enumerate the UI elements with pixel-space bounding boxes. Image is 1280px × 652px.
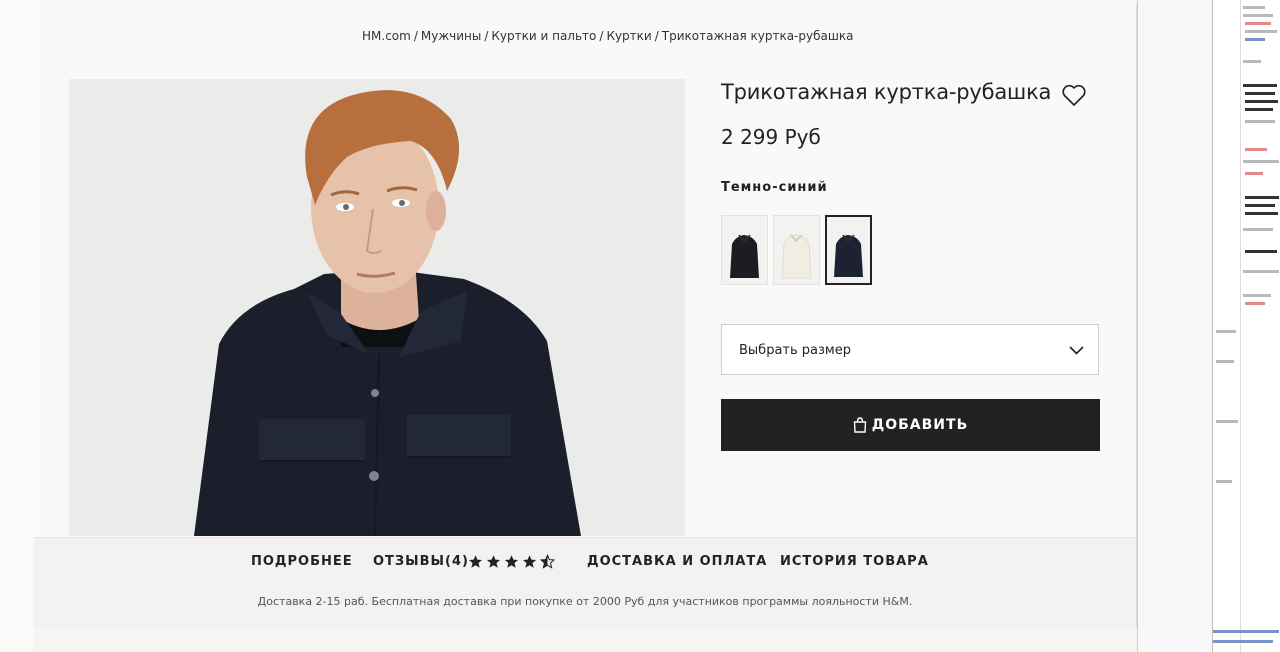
- product-title: Трикотажная куртка-рубашка: [721, 80, 1052, 104]
- color-swatch-white[interactable]: [773, 215, 820, 285]
- star-full-icon: [486, 555, 501, 568]
- product-image[interactable]: [69, 79, 685, 536]
- delivery-note: Доставка 2-15 раб. Бесплатная доставка п…: [257, 595, 913, 608]
- selected-color-label: Темно-синий: [721, 180, 828, 195]
- tab-details[interactable]: ПОДРОБНЕЕ: [251, 554, 353, 569]
- scroll-gap: [1137, 0, 1212, 652]
- breadcrumb: HM.com / Мужчины / Куртки и пальто / Куртки / Тр…: [362, 29, 853, 43]
- breadcrumb-separator: /: [484, 29, 489, 43]
- product-info-bar: ПОДРОБНЕЕ ОТЗЫВЫ(4) ДОСТАВКА И ОПЛАТА ИС…: [34, 537, 1136, 627]
- devtools-elements-column: [1213, 0, 1241, 652]
- color-swatch-black[interactable]: [721, 215, 768, 285]
- shopping-bag-icon: [853, 417, 866, 433]
- tab-reviews[interactable]: ОТЗЫВЫ(4): [373, 554, 469, 569]
- breadcrumb-item-men[interactable]: Мужчины: [421, 29, 481, 43]
- breadcrumb-item-current: Трикотажная куртка-рубашка: [661, 29, 854, 43]
- tab-product-history[interactable]: ИСТОРИЯ ТОВАРА: [780, 554, 929, 569]
- tab-delivery-payment[interactable]: ДОСТАВКА И ОПЛАТА: [587, 554, 767, 569]
- heart-outline-icon[interactable]: [1060, 81, 1088, 109]
- model-illustration: [69, 79, 685, 536]
- add-to-bag-button[interactable]: ДОБАВИТЬ: [721, 399, 1100, 451]
- size-select[interactable]: Выбрать размер: [721, 324, 1099, 375]
- breadcrumb-item-jackets[interactable]: Куртки: [606, 29, 651, 43]
- breadcrumb-item-home[interactable]: HM.com: [362, 29, 411, 43]
- browser-left-gutter: [0, 0, 35, 652]
- page-footer-gap: [34, 626, 1136, 652]
- breadcrumb-item-jackets-coats[interactable]: Куртки и пальто: [491, 29, 596, 43]
- product-price: 2 299 Руб: [721, 125, 821, 149]
- breadcrumb-separator: /: [413, 29, 418, 43]
- star-half-icon: [540, 554, 555, 569]
- chevron-down-icon: [1069, 343, 1084, 358]
- star-full-icon: [504, 555, 519, 568]
- add-to-bag-label: ДОБАВИТЬ: [871, 417, 969, 433]
- color-swatch-navy[interactable]: [825, 215, 872, 285]
- size-select-placeholder: Выбрать размер: [739, 343, 851, 358]
- star-full-icon: [522, 555, 537, 568]
- breadcrumb-separator: /: [599, 29, 604, 43]
- star-full-icon: [468, 555, 483, 568]
- breadcrumb-separator: /: [654, 29, 659, 43]
- devtools-panel: [1212, 0, 1280, 652]
- rating-stars[interactable]: [468, 554, 555, 569]
